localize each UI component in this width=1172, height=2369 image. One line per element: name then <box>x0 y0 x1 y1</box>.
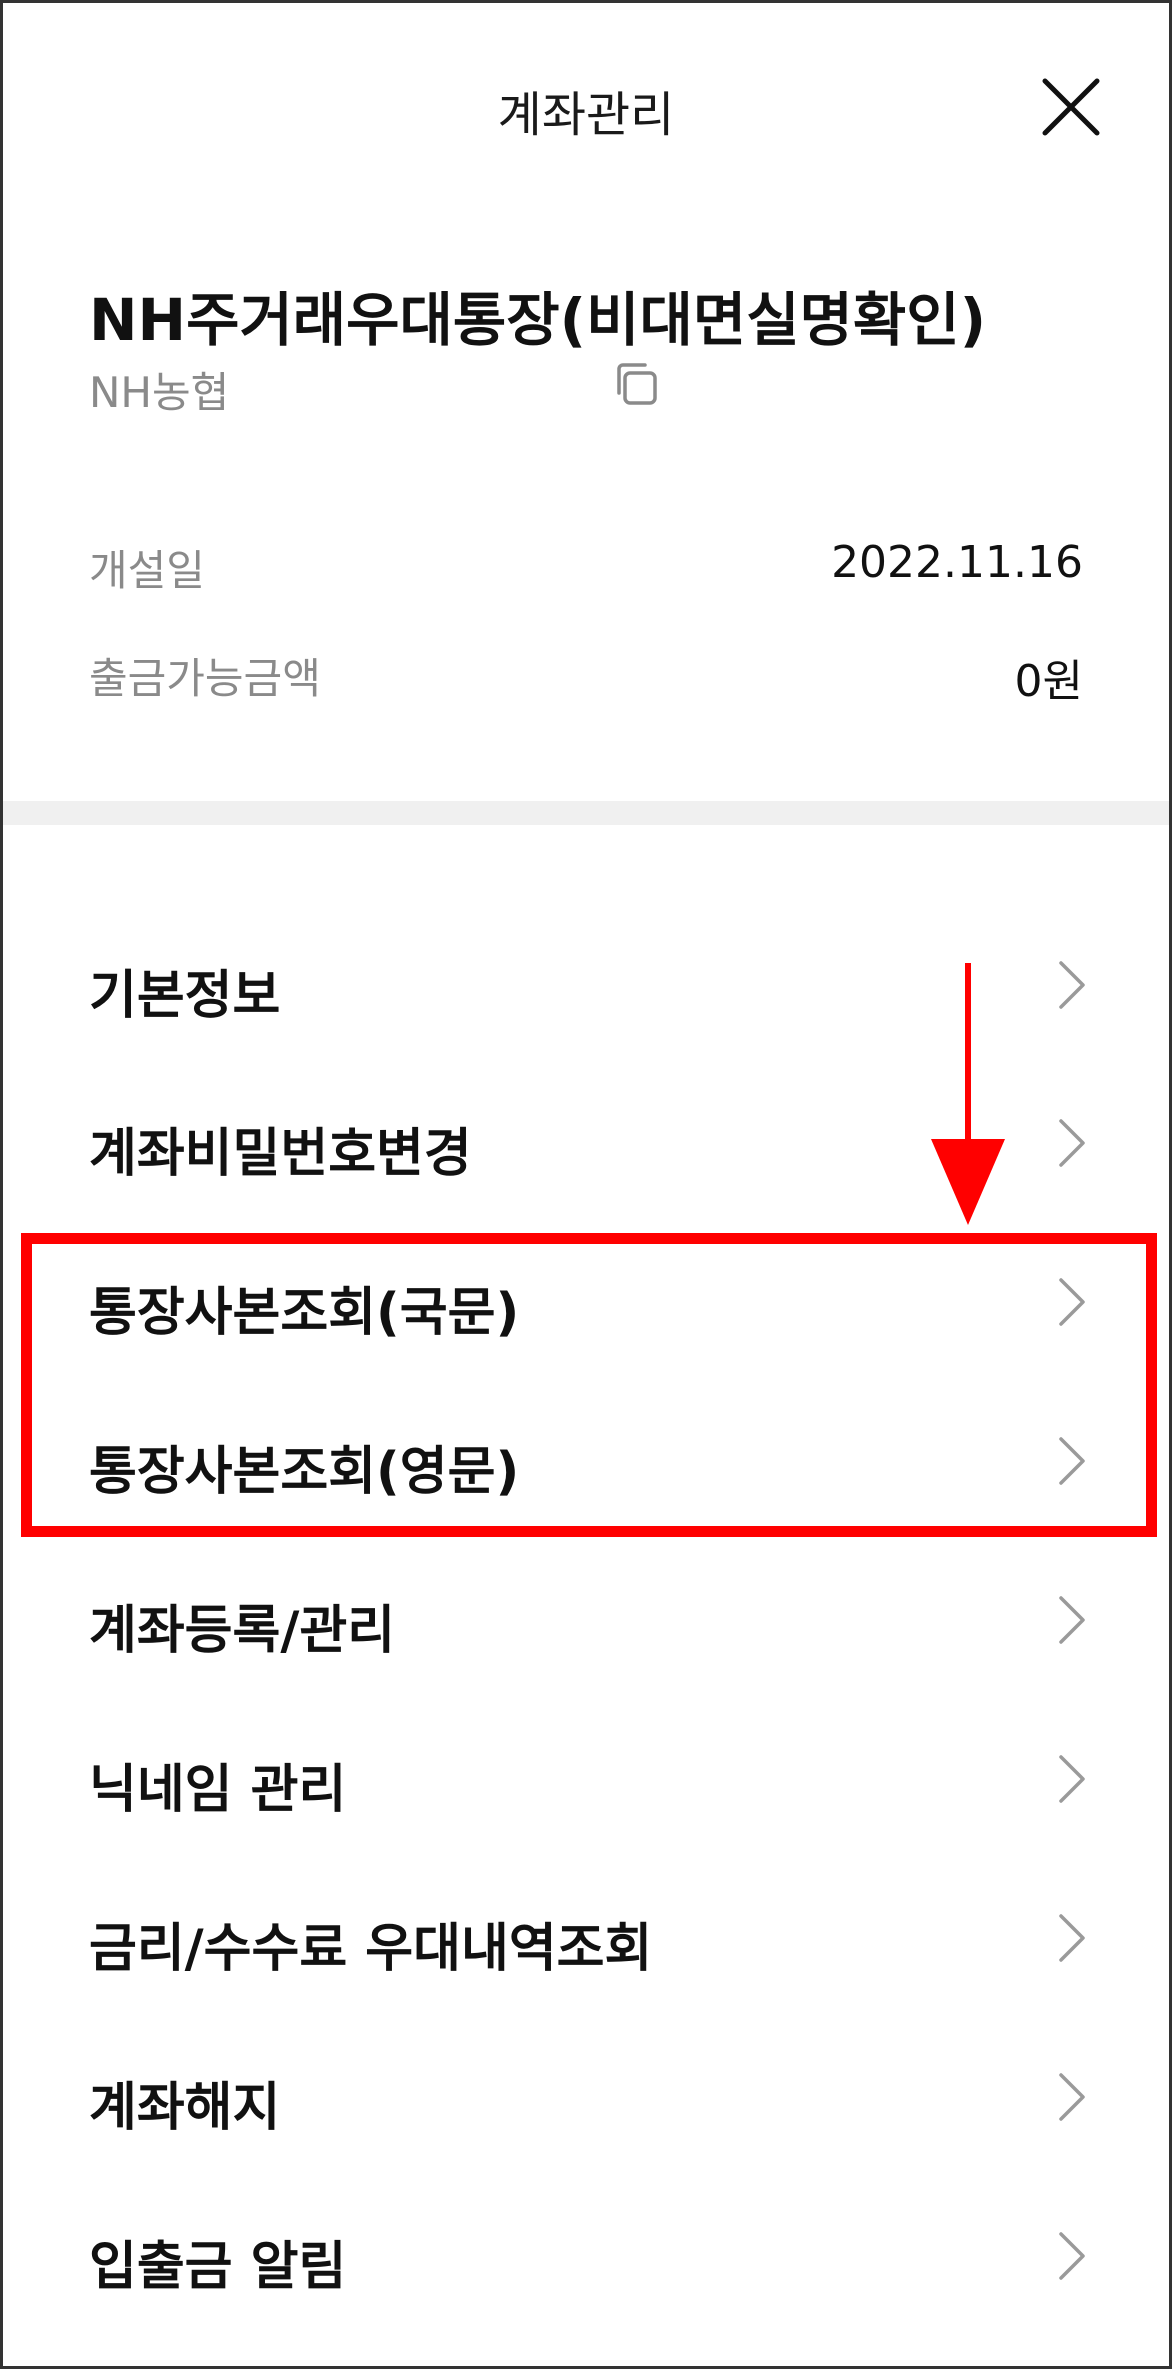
close-icon <box>1042 78 1100 136</box>
chevron-right-icon <box>1059 1119 1085 1167</box>
bank-name: NH농협 <box>89 368 230 417</box>
withdrawable-value: 0원 <box>1014 656 1083 707</box>
open-date-label: 개설일 <box>89 546 205 595</box>
menu-item-rate-fee[interactable]: 금리/수수료 우대내역조회 <box>3 1860 1169 2018</box>
copy-icon <box>617 363 657 405</box>
menu-item-label: 금리/수수료 우대내역조회 <box>89 1919 653 1979</box>
menu-item-label: 계좌해지 <box>89 2078 281 2138</box>
chevron-right-icon <box>1059 1914 1085 1962</box>
menu-item-close-account[interactable]: 계좌해지 <box>3 2019 1169 2177</box>
chevron-right-icon <box>1059 1596 1085 1644</box>
app-screen: 계좌관리 NH주거래우대통장(비대면실명확인) NH농협 개설일 2022.11… <box>0 0 1172 2369</box>
close-button[interactable] <box>1039 75 1103 139</box>
open-date-row: 개설일 2022.11.16 <box>89 537 1083 597</box>
withdrawable-row: 출금가능금액 0원 <box>89 645 1083 707</box>
withdrawable-label: 출금가능금액 <box>89 654 321 703</box>
menu-item-transaction-alert[interactable]: 입출금 알림 <box>3 2178 1169 2336</box>
page-title: 계좌관리 <box>497 87 675 143</box>
open-date-value: 2022.11.16 <box>831 537 1083 588</box>
arrow-down-icon <box>931 963 1005 1225</box>
menu-item-nickname[interactable]: 닉네임 관리 <box>3 1701 1169 1859</box>
chevron-right-icon <box>1059 1755 1085 1803</box>
chevron-right-icon <box>1059 961 1085 1009</box>
menu-item-label: 기본정보 <box>89 966 281 1026</box>
highlight-box <box>21 1233 1157 1537</box>
menu-item-label: 닉네임 관리 <box>89 1760 347 1820</box>
menu-item-label: 계좌비밀번호변경 <box>89 1124 472 1184</box>
account-name: NH주거래우대통장(비대면실명확인) <box>89 286 987 354</box>
menu-item-label: 입출금 알림 <box>89 2237 347 2297</box>
copy-account-button[interactable] <box>611 359 661 409</box>
chevron-right-icon <box>1059 2073 1085 2121</box>
chevron-right-icon <box>1059 2232 1085 2280</box>
menu-item-label: 계좌등록/관리 <box>89 1601 396 1661</box>
section-divider <box>3 801 1169 825</box>
menu-item-account-register[interactable]: 계좌등록/관리 <box>3 1542 1169 1700</box>
header: 계좌관리 <box>3 3 1169 213</box>
